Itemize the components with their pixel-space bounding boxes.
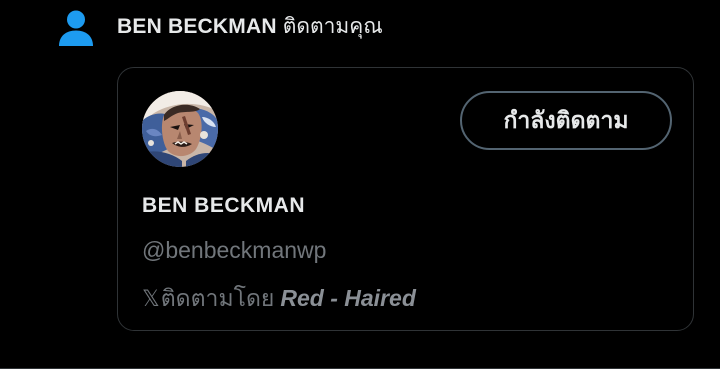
notification-action-text: ติดตามคุณ: [282, 15, 383, 38]
x-logo-icon: 𝕏: [142, 287, 160, 312]
following-button[interactable]: กำลังติดตาม: [460, 91, 672, 150]
person-icon: [59, 10, 93, 46]
avatar[interactable]: [142, 91, 218, 167]
user-handle[interactable]: @benbeckmanwp: [142, 236, 326, 264]
notification-actor-name[interactable]: BEN BECKMAN: [117, 15, 277, 38]
follow-notification[interactable]: BEN BECKMAN ติดตามคุณ กำลังติดตาม BEN BE…: [0, 0, 720, 369]
followed-by-text: 𝕏ติดตามโดย Red - Haired: [142, 283, 416, 315]
display-name[interactable]: BEN BECKMAN: [142, 193, 305, 219]
followed-by-name: Red - Haired: [280, 285, 416, 311]
user-card[interactable]: กำลังติดตาม BEN BECKMAN @benbeckmanwp 𝕏ต…: [117, 67, 694, 331]
followed-by-prefix: ติดตามโดย: [160, 285, 275, 311]
notification-text: BEN BECKMAN ติดตามคุณ: [117, 12, 383, 42]
